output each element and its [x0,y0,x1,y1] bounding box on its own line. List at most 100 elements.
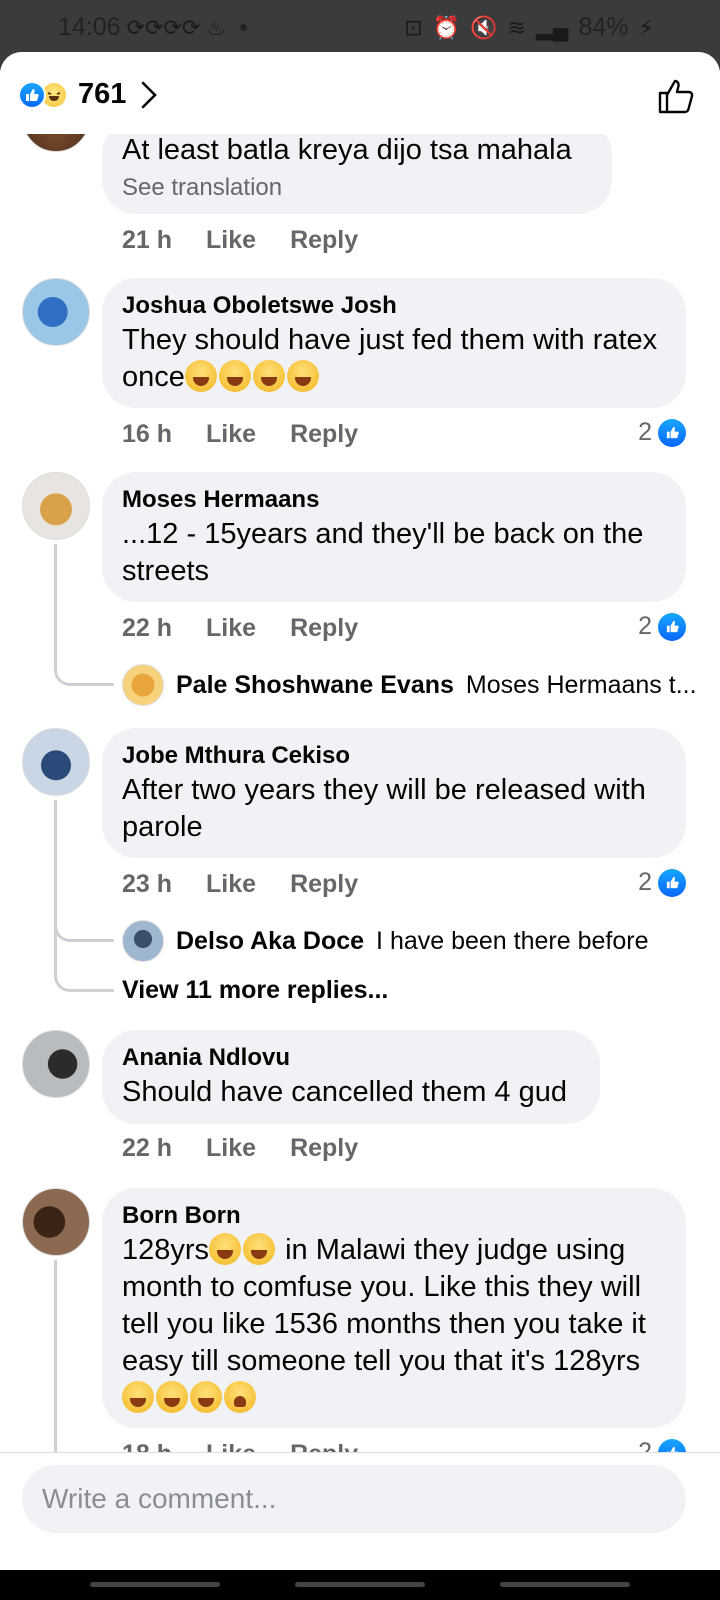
reply-button[interactable]: Reply [290,614,358,643]
rofl-emoji-icon [286,360,319,392]
signal-icon: ▂▄ [535,14,569,40]
avatar[interactable] [22,1030,90,1098]
comment-bubble[interactable]: Anania Ndlovu Should have cancelled them… [102,1030,600,1124]
comment-actions: 22 h Like Reply [122,1134,358,1163]
like-button[interactable]: Like [206,420,256,449]
rofl-emoji-icon [218,360,251,392]
reply-button[interactable]: Reply [290,420,358,449]
sheet-header: 761 [0,52,720,134]
comment-bubble[interactable]: At least batla kreya dijo tsa mahala See… [102,134,612,214]
comment-bubble[interactable]: Jobe Mthura Cekiso After two years they … [102,728,686,858]
comment-text: 128yrs in Malawi they judge using month … [122,1232,666,1417]
comment-like-count[interactable]: 2 [638,418,686,447]
comment-actions: 22 h Like Reply [122,614,358,643]
joy-emoji-icon [190,1381,222,1413]
reply-author[interactable]: Delso Aka Doce [176,927,364,956]
comment-list: At least batla kreya dijo tsa mahala See… [0,134,720,1504]
chevron-right-icon [142,81,158,108]
like-button[interactable]: Like [206,870,256,899]
comment-time: 16 h [122,420,173,448]
comment-bubble[interactable]: Joshua Oboletswe Josh They should have j… [102,278,686,408]
status-bar: 14:06 ⟳⟳⟳⟳ ♨ ⊡ ⏰ 🔇 ≋ ▂▄ 84% ⚡ [0,0,720,52]
comment-bubble[interactable]: Moses Hermaans ...12 - 15years and they'… [102,472,686,602]
comment-text: At least batla kreya dijo tsa mahala [122,134,572,166]
comment-actions: 21 h Like Reply [122,226,358,255]
like-reaction-icon [18,80,46,109]
wifi-icon: ≋ [507,14,526,40]
comment-time: 22 h [122,614,173,642]
notification-icon: ♨ [206,14,227,40]
comment-bubble[interactable]: Born Born 128yrs in Malawi they judge us… [102,1188,686,1428]
status-time: 14:06 [58,13,121,41]
rofl-emoji-icon [252,360,285,392]
joy-emoji-icon [243,1233,276,1265]
avatar [122,664,164,706]
avatar[interactable] [22,134,90,152]
joy-emoji-icon [209,1233,242,1265]
comment-time: 21 h [122,226,173,254]
more-notifications-dot [240,24,248,31]
comment-author[interactable]: Jobe Mthura Cekiso [122,740,666,772]
like-reaction-icon [658,612,686,641]
comment-text-part: 128yrs [122,1234,210,1266]
comment-text: ...12 - 15years and they'll be back on t… [122,518,644,587]
reply-preview[interactable]: Delso Aka Doce I have been there before [122,920,648,962]
like-post-button[interactable] [656,76,696,116]
reply-button[interactable]: Reply [290,870,358,899]
like-button[interactable]: Like [206,1134,256,1163]
like-count: 2 [638,418,652,446]
comment-text: Should have cancelled them 4 gud [122,1076,567,1108]
system-navigation-bar [0,1570,720,1600]
back-button[interactable] [500,1582,630,1587]
avatar[interactable] [22,1188,90,1256]
crying-emoji-icon [224,1381,256,1413]
reply-text: I have been there before [376,926,649,955]
reply-button[interactable]: Reply [290,1134,358,1163]
like-button[interactable]: Like [206,614,256,643]
home-button[interactable] [295,1582,425,1587]
status-right: ⊡ ⏰ 🔇 ≋ ▂▄ 84% ⚡ [404,13,654,42]
alarm-icon: ⏰ [432,14,461,40]
comment-time: 22 h [122,1134,173,1162]
joy-emoji-icon [122,1381,154,1413]
comment-author[interactable]: Anania Ndlovu [122,1042,580,1074]
comment-text: After two years they will be released wi… [122,774,646,843]
see-translation-link[interactable]: See translation [122,171,592,205]
like-count: 2 [638,868,652,896]
comment-actions: 23 h Like Reply [122,870,358,899]
like-reaction-icon [658,868,686,897]
like-button[interactable]: Like [206,226,256,255]
reply-preview[interactable]: Pale Shoshwane Evans Moses Hermaans t... [122,664,697,706]
reply-button[interactable]: Reply [290,226,358,255]
comment-author[interactable]: Moses Hermaans [122,484,666,516]
comment-author[interactable]: Joshua Oboletswe Josh [122,290,666,322]
comments-sheet: 761 At least batla kreya dijo tsa mahala… [0,52,720,1570]
reactions-summary[interactable]: 761 [18,78,158,111]
comment-like-count[interactable]: 2 [638,612,686,641]
rofl-emoji-icon [184,360,217,392]
status-left: 14:06 ⟳⟳⟳⟳ ♨ [58,13,248,42]
reply-author[interactable]: Pale Shoshwane Evans [176,671,454,700]
avatar[interactable] [22,278,90,346]
comment-input[interactable] [22,1465,686,1533]
comment-actions: 16 h Like Reply [122,420,358,449]
lock-icon: ⊡ [404,14,423,40]
recents-button[interactable] [90,1582,220,1587]
battery-level: 84% [578,13,629,41]
like-count: 2 [638,612,652,640]
like-reaction-icon [658,418,686,447]
avatar [122,920,164,962]
sync-icon: ⟳⟳⟳⟳ [126,14,201,40]
avatar[interactable] [22,472,90,540]
avatar[interactable] [22,728,90,796]
comment-composer [0,1452,720,1570]
comment-text: They should have just fed them with rate… [122,322,666,396]
comment-like-count[interactable]: 2 [638,868,686,897]
view-more-replies-link[interactable]: View 11 more replies... [122,976,388,1005]
mute-icon: 🔇 [470,14,498,40]
comment-author[interactable]: Born Born [122,1200,666,1232]
joy-emoji-icon [156,1381,188,1413]
reply-text: Moses Hermaans t... [465,670,697,699]
comment-time: 23 h [122,870,173,898]
reaction-count: 761 [78,78,127,110]
